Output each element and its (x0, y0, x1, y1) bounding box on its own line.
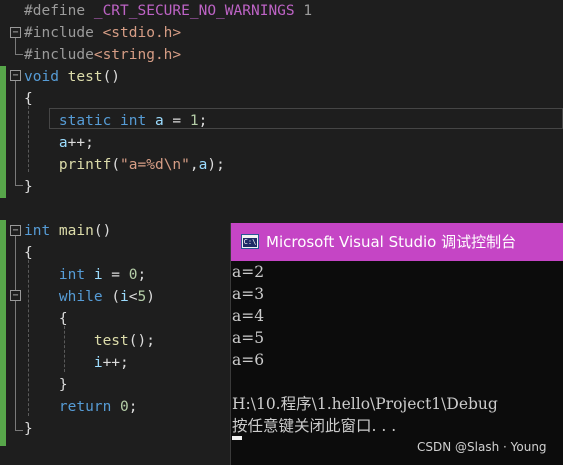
console-output-line: a=5 (232, 329, 265, 347)
change-tracking-bar (0, 66, 6, 198)
fold-guide (15, 81, 16, 185)
code-token: int (24, 223, 59, 239)
console-cursor (232, 436, 242, 440)
code-token: i (120, 289, 129, 305)
code-token: a (154, 113, 164, 129)
fold-guide-end (15, 430, 23, 431)
code-token: ( (111, 157, 121, 173)
code-token: <string.h> (93, 47, 182, 63)
code-line[interactable]: { (24, 242, 33, 264)
code-token: { (24, 311, 68, 327)
fold-toggle-include[interactable] (10, 27, 21, 38)
code-line[interactable]: a++; (24, 132, 94, 154)
code-token: ); (207, 157, 225, 173)
code-line[interactable]: #include<string.h> (24, 44, 181, 66)
console-output-line: a=3 (232, 285, 265, 303)
code-token: ) (146, 289, 155, 305)
code-line[interactable]: void test() (24, 66, 120, 88)
fold-guide-end (15, 185, 23, 186)
console-title-bar[interactable]: C:\ Microsoft Visual Studio 调试控制台 (231, 223, 563, 261)
code-token: ; (137, 267, 147, 283)
code-token: = (102, 267, 129, 283)
fold-guide (15, 38, 16, 54)
code-token: static (24, 113, 121, 129)
fold-guide (15, 236, 16, 430)
code-token: () (102, 69, 121, 85)
code-token: "a=%d\n" (120, 157, 190, 173)
code-token: main (58, 223, 94, 239)
code-token: 0 (120, 399, 129, 415)
code-line[interactable]: printf("a=%d\n",a); (24, 154, 225, 176)
code-line[interactable]: { (24, 88, 33, 110)
fold-toggle-while[interactable] (10, 290, 21, 301)
code-token: ++; (67, 135, 94, 151)
console-output-line: a=6 (232, 351, 265, 369)
code-token: i (93, 267, 103, 283)
code-token: } (24, 179, 33, 195)
code-line[interactable]: i++; (24, 352, 129, 374)
console-output-line: 按任意键关闭此窗口. . . (232, 417, 397, 435)
code-line[interactable]: int i = 0; (24, 264, 146, 286)
code-token: test (67, 69, 103, 85)
code-token: { (24, 245, 33, 261)
console-output-line: a=2 (232, 263, 265, 281)
code-token: int (120, 113, 155, 129)
code-token: void (24, 69, 68, 85)
code-token: #include (24, 25, 103, 41)
fold-toggle-main[interactable] (10, 225, 21, 236)
code-token: ; (198, 113, 208, 129)
code-token: while (24, 289, 112, 305)
console-output-line: H:\10.程序\1.hello\Project1\Debug (232, 395, 498, 413)
code-line[interactable]: while (i<5) (24, 286, 155, 308)
code-token: <stdio.h> (102, 25, 182, 41)
code-token: () (93, 223, 112, 239)
code-line[interactable]: { (24, 308, 68, 330)
code-token: } (24, 421, 33, 437)
code-token: _CRT_SECURE_NO_WARNINGS (93, 3, 295, 19)
fold-toggle-test[interactable] (10, 70, 21, 81)
code-line[interactable]: } (24, 374, 68, 396)
code-line[interactable]: #include <stdio.h> (24, 22, 181, 44)
code-token: printf (24, 157, 112, 173)
code-token: , (189, 157, 199, 173)
code-token: i (24, 355, 103, 371)
console-icon-glyph: C:\ (243, 238, 257, 247)
code-token: #include (24, 47, 94, 63)
code-line[interactable]: test(); (24, 330, 155, 352)
code-token: 0 (128, 267, 138, 283)
code-line[interactable]: static int a = 1; (24, 110, 207, 132)
console-output[interactable]: a=2 a=3 a=4 a=5 a=6 H:\10.程序\1.hello\Pro… (231, 261, 563, 465)
code-token: return (24, 399, 121, 415)
change-tracking-bar (0, 220, 6, 446)
fold-guide-end (15, 54, 23, 55)
code-token: ++; (102, 355, 129, 371)
code-token: 5 (137, 289, 147, 305)
code-token: a (24, 135, 68, 151)
code-line[interactable]: return 0; (24, 396, 138, 418)
code-token: test (24, 333, 129, 349)
code-token: } (24, 377, 68, 393)
code-line[interactable]: } (24, 418, 33, 440)
code-token: 1 (294, 3, 313, 19)
console-output-line: a=4 (232, 307, 265, 325)
debug-console-window[interactable]: C:\ Microsoft Visual Studio 调试控制台 a=2 a=… (230, 223, 563, 465)
watermark: CSDN @Slash · Young (417, 440, 547, 454)
code-line[interactable]: int main() (24, 220, 111, 242)
code-token: = (163, 113, 190, 129)
code-line[interactable]: } (24, 176, 33, 198)
code-token: { (24, 91, 33, 107)
console-title: Microsoft Visual Studio 调试控制台 (266, 233, 517, 251)
code-token: ( (111, 289, 121, 305)
console-app-icon: C:\ (241, 234, 259, 249)
code-token: 1 (189, 113, 199, 129)
code-token: #define (24, 3, 94, 19)
code-token: ; (128, 399, 138, 415)
code-line[interactable]: #define _CRT_SECURE_NO_WARNINGS 1 (24, 0, 312, 22)
code-token: < (128, 289, 138, 305)
code-token: (); (128, 333, 155, 349)
code-token: int (24, 267, 94, 283)
